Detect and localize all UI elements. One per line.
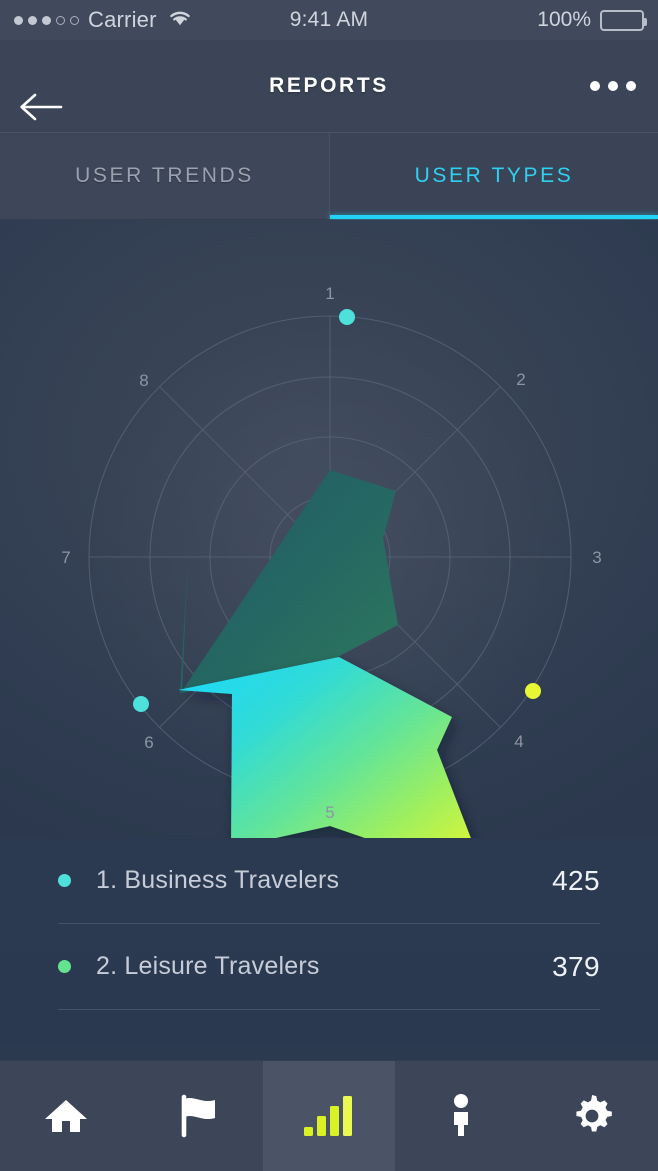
legend-value-business-travelers: 425 [552,864,600,896]
legend-item-business-travelers[interactable]: 1. Business Travelers 425 [58,838,600,924]
tab-user-trends[interactable]: USER TRENDS [0,133,329,219]
more-dot-1 [590,81,600,91]
flag-icon [182,1094,216,1138]
tab-user-types[interactable]: USER TYPES [329,133,658,219]
axis-label-7: 7 [61,548,70,567]
radar-marker-axis-6[interactable] [133,696,149,712]
legend-label-business-travelers: 1. Business Travelers [96,866,340,894]
axis-label-2: 2 [516,370,525,389]
home-icon [44,1100,87,1132]
legend-label-leisure-travelers: 2. Leisure Travelers [96,952,320,980]
tab-bar: USER TRENDS USER TYPES [0,132,658,220]
nav-header: REPORTS [0,40,658,132]
tab-user-trends-label: USER TRENDS [75,164,254,187]
tab-user-types-label: USER TYPES [414,164,574,187]
bottom-nav-profile[interactable] [395,1061,527,1171]
person-icon [453,1094,468,1136]
gear-icon [576,1095,612,1132]
radar-marker-axis-1[interactable] [339,309,355,325]
bottom-nav-bar [0,1060,658,1171]
page-title: REPORTS [269,74,389,97]
battery-full-icon [600,9,647,31]
axis-label-3: 3 [592,548,601,567]
bottom-nav-flag[interactable] [132,1061,264,1171]
legend-item-leisure-travelers[interactable]: 2. Leisure Travelers 379 [58,924,600,1010]
axis-label-5: 5 [325,803,334,822]
more-options-button[interactable] [590,81,636,91]
radar-marker-axis-4[interactable] [525,683,541,699]
axis-label-4: 4 [514,732,523,751]
status-bar: Carrier 9:41 AM 100% [0,0,658,40]
legend-list: 1. Business Travelers 425 2. Leisure Tra… [0,838,658,1046]
more-dot-3 [626,81,636,91]
legend-value-leisure-travelers: 379 [552,950,600,982]
status-bar-right: 100% [537,8,647,32]
radar-chart-panel: 1 2 3 4 5 6 7 8 [0,220,658,838]
axis-label-6: 6 [144,733,153,752]
legend-dot-business-travelers [58,874,71,887]
legend-dot-leisure-travelers [58,960,71,973]
bar-chart-icon [303,1096,352,1136]
bottom-nav-reports[interactable] [263,1061,395,1171]
more-dot-2 [608,81,618,91]
bottom-nav-home[interactable] [0,1061,132,1171]
app-screen: Carrier 9:41 AM 100% REPORTS USER TRENDS… [0,0,658,1171]
battery-percent-label: 100% [537,8,591,31]
axis-label-1: 1 [325,284,334,303]
axis-label-8: 8 [139,371,148,390]
bottom-nav-settings[interactable] [526,1061,658,1171]
radar-chart[interactable]: 1 2 3 4 5 6 7 8 [0,220,658,838]
